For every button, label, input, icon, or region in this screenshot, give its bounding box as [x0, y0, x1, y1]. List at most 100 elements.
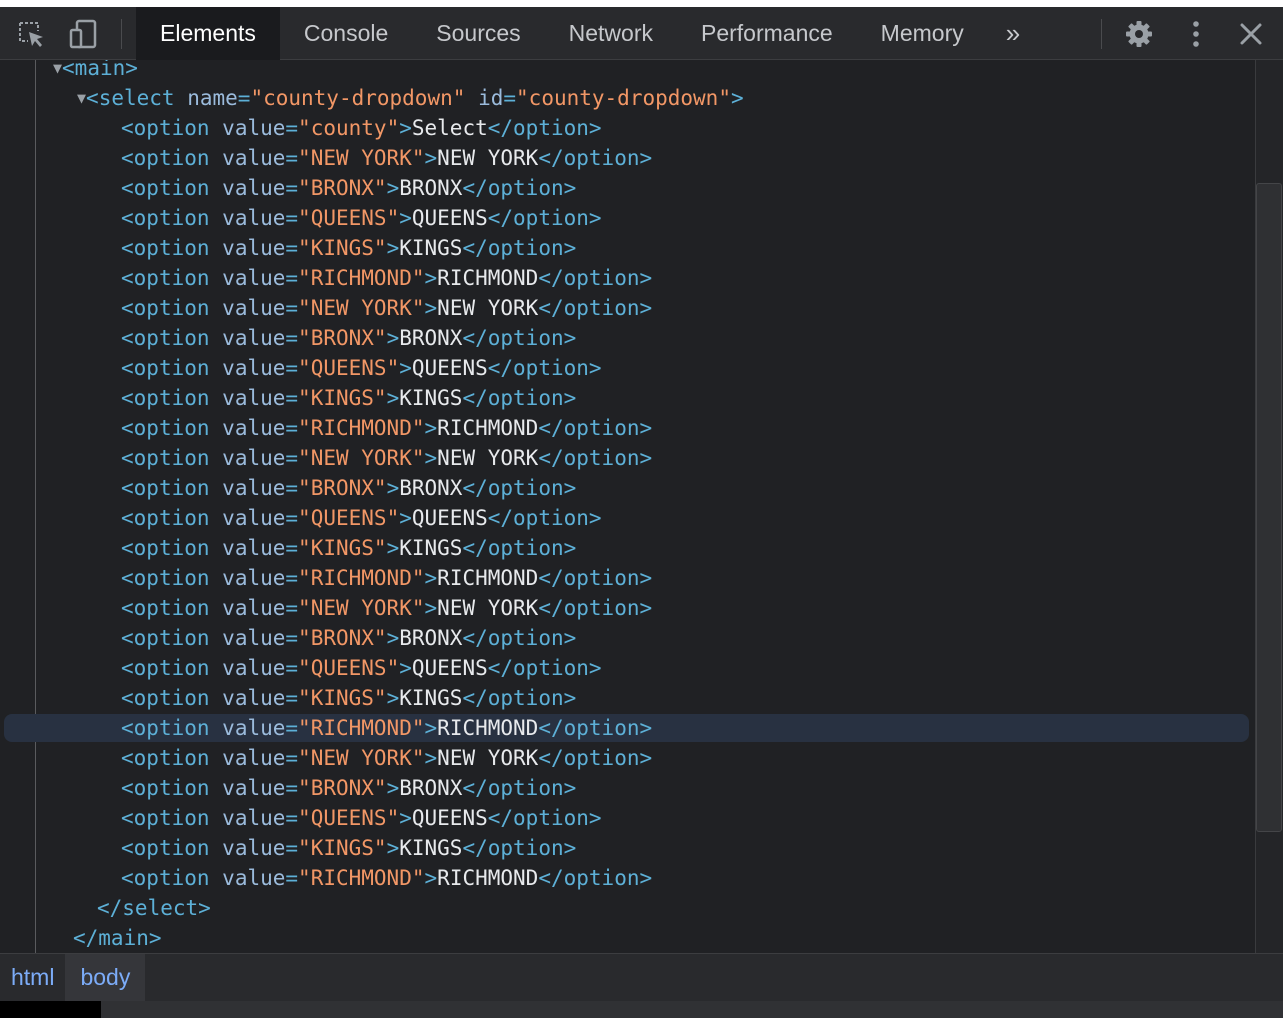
option-close-tag-name: option [487, 386, 564, 410]
option-tag-name: option [133, 836, 210, 860]
option-line[interactable]: <option value="QUEENS">QUEENS</option> [0, 503, 1255, 533]
option-close-tag-name: option [513, 356, 589, 380]
option-line[interactable]: <option value="BRONX">BRONX</option> [0, 323, 1255, 353]
elements-dom-tree[interactable]: ▼<main> ▼<select name="county-dropdown" … [0, 60, 1255, 953]
option-line[interactable]: <option value="KINGS">KINGS</option> [0, 383, 1255, 413]
option-text: NEW YORK [437, 596, 539, 620]
tab-memory[interactable]: Memory [857, 7, 988, 60]
more-tabs-button[interactable]: » [988, 7, 1028, 60]
option-value: RICHMOND [310, 416, 412, 440]
option-line[interactable]: <option value="QUEENS">QUEENS</option> [0, 353, 1255, 383]
attribute-name: value [222, 836, 286, 860]
option-value: RICHMOND [310, 866, 412, 890]
option-text: BRONX [399, 626, 463, 650]
option-close-tag-name: option [563, 266, 640, 290]
option-close-tag-name: option [487, 176, 564, 200]
tab-sources[interactable]: Sources [412, 7, 544, 60]
option-line[interactable]: <option value="RICHMOND">RICHMOND</optio… [0, 263, 1255, 293]
option-close-tag-name: option [513, 116, 589, 140]
option-close-tag-name: option [487, 686, 564, 710]
option-text: QUEENS [411, 656, 488, 680]
selected-option-line[interactable]: <option value="RICHMOND">RICHMOND</optio… [0, 713, 1255, 743]
option-line[interactable]: <option value="NEW YORK">NEW YORK</optio… [0, 593, 1255, 623]
option-line[interactable]: <option value="NEW YORK">NEW YORK</optio… [0, 743, 1255, 773]
more-options-icon[interactable] [1176, 7, 1216, 60]
option-line[interactable]: <option value="KINGS">KINGS</option> [0, 233, 1255, 263]
select-open-line[interactable]: ▼<select name="county-dropdown" id="coun… [0, 83, 1255, 113]
option-line[interactable]: <option value="KINGS">KINGS</option> [0, 533, 1255, 563]
tab-network[interactable]: Network [545, 7, 677, 60]
panel-tabs: Elements Console Sources Network Perform… [136, 7, 1028, 60]
scrollbar-thumb[interactable] [1256, 183, 1282, 832]
option-line[interactable]: <option value="QUEENS">QUEENS</option> [0, 203, 1255, 233]
tab-performance[interactable]: Performance [677, 7, 857, 60]
option-value: NEW YORK [310, 596, 412, 620]
attribute-name: value [222, 536, 286, 560]
option-line[interactable]: <option value="BRONX">BRONX</option> [0, 473, 1255, 503]
option-line[interactable]: <option value="BRONX">BRONX</option> [0, 773, 1255, 803]
option-tag-name: option [133, 686, 210, 710]
close-icon[interactable] [1230, 7, 1272, 60]
option-line[interactable]: <option value="KINGS">KINGS</option> [0, 683, 1255, 713]
option-tag-name: option [133, 806, 210, 830]
tab-console[interactable]: Console [280, 7, 412, 60]
option-tag-name: option [133, 116, 210, 140]
option-tag-name: option [133, 746, 210, 770]
attribute-name: value [222, 206, 286, 230]
option-text: Select [411, 116, 488, 140]
devtools-toolbar: Elements Console Sources Network Perform… [0, 7, 1283, 60]
option-line[interactable]: <option value="BRONX">BRONX</option> [0, 623, 1255, 653]
option-close-tag-name: option [487, 776, 564, 800]
option-text: NEW YORK [437, 446, 539, 470]
select-close-line[interactable]: </select> [0, 893, 1255, 923]
bottom-drawer-edge [0, 1001, 1283, 1018]
attribute-name: value [222, 146, 286, 170]
option-line[interactable]: <option value="RICHMOND">RICHMOND</optio… [0, 563, 1255, 593]
option-line[interactable]: <option value="QUEENS">QUEENS</option> [0, 803, 1255, 833]
expand-arrow-icon[interactable]: ▼ [53, 60, 62, 77]
option-tag-name: option [133, 386, 210, 410]
option-line[interactable]: <option value="RICHMOND">RICHMOND</optio… [0, 413, 1255, 443]
devtools-window: Elements Console Sources Network Perform… [0, 0, 1283, 1018]
attribute-name: value [222, 416, 286, 440]
tab-elements[interactable]: Elements [136, 7, 280, 60]
attribute-name: value [222, 566, 286, 590]
main-open-line[interactable]: ▼<main> [0, 60, 1255, 83]
option-tag-name: option [133, 716, 210, 740]
breadcrumb: html body [0, 953, 1283, 1001]
option-text: QUEENS [411, 506, 488, 530]
device-toolbar-icon[interactable] [62, 7, 104, 60]
option-line[interactable]: <option value="NEW YORK">NEW YORK</optio… [0, 293, 1255, 323]
option-value: RICHMOND [310, 266, 412, 290]
settings-gear-icon[interactable] [1118, 7, 1160, 60]
attribute-name: value [222, 746, 286, 770]
attribute-name: value [222, 476, 286, 500]
attribute-name: value [222, 176, 286, 200]
expand-arrow-icon[interactable]: ▼ [77, 89, 86, 107]
option-line[interactable]: <option value="BRONX">BRONX</option> [0, 173, 1255, 203]
option-line[interactable]: <option value="RICHMOND">RICHMOND</optio… [0, 863, 1255, 893]
main-close-line[interactable]: </main> [0, 923, 1255, 953]
option-text: NEW YORK [437, 296, 539, 320]
attribute-name: name [187, 86, 238, 110]
attribute-name: value [222, 446, 286, 470]
option-text: RICHMOND [437, 266, 539, 290]
option-tag-name: option [133, 236, 210, 260]
option-tag-name: option [133, 356, 210, 380]
option-line[interactable]: <option value="county">Select</option> [0, 113, 1255, 143]
option-line[interactable]: <option value="NEW YORK">NEW YORK</optio… [0, 143, 1255, 173]
option-line[interactable]: <option value="QUEENS">QUEENS</option> [0, 653, 1255, 683]
option-line[interactable]: <option value="KINGS">KINGS</option> [0, 833, 1255, 863]
select-close-tag: </select> [97, 896, 211, 920]
option-text: BRONX [399, 176, 463, 200]
option-line[interactable]: <option value="NEW YORK">NEW YORK</optio… [0, 443, 1255, 473]
attribute-value: county-dropdown [528, 86, 719, 110]
bottom-drawer-corner [0, 1001, 101, 1018]
breadcrumb-html[interactable]: html [0, 954, 65, 1001]
breadcrumb-body[interactable]: body [65, 954, 146, 1001]
option-close-tag-name: option [563, 746, 640, 770]
option-value: KINGS [310, 836, 374, 860]
option-tag-name: option [133, 146, 210, 170]
option-text: NEW YORK [437, 746, 539, 770]
inspect-element-icon[interactable] [10, 7, 52, 60]
